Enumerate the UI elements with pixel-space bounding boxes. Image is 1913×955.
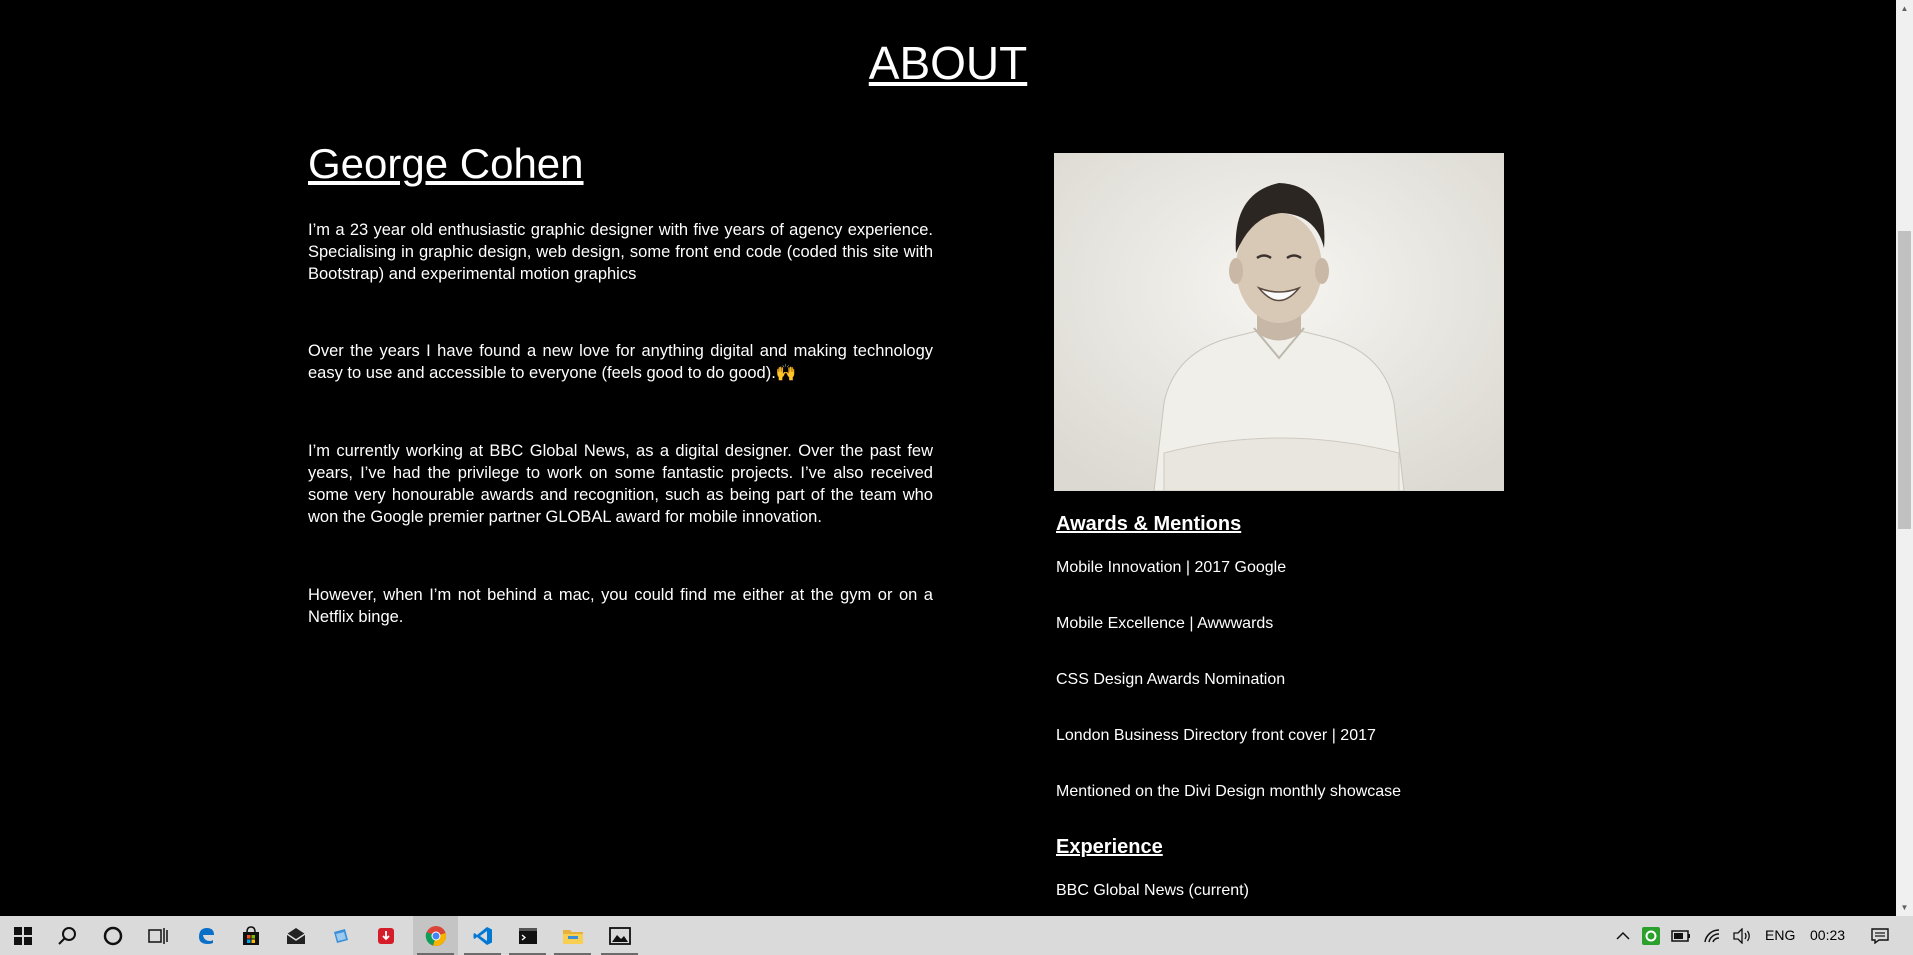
store-icon[interactable] [228,916,273,955]
search-icon[interactable] [45,916,90,955]
green-app-tray-icon[interactable] [1641,916,1661,955]
clock[interactable]: 00:23 [1810,916,1845,955]
volume-icon[interactable] [1731,916,1753,955]
pdf-icon[interactable] [363,916,408,955]
vscode-icon[interactable] [460,916,505,955]
bio-paragraph: However, when I’m not behind a mac, you … [308,586,933,626]
language-indicator[interactable]: ENG [1765,916,1795,955]
windows-taskbar: ENG 00:23 [0,916,1913,955]
award-item: Mentioned on the Divi Design monthly sho… [1056,783,1402,800]
vertical-scrollbar[interactable]: ▲ ▼ [1896,0,1913,916]
bio-paragraph: Over the years I have found a new love f… [308,342,933,382]
mail-icon[interactable] [273,916,318,955]
profile-name: George Cohen [308,140,584,187]
scroll-down-arrow-icon[interactable]: ▼ [1896,899,1913,916]
award-item: Mobile Excellence | Awwwards [1056,615,1274,632]
bio-paragraph: I’m currently working at BBC Global News… [308,442,933,526]
experience-heading: Experience [1056,836,1163,858]
chrome-icon[interactable] [413,916,458,955]
browser-viewport: ABOUT George Cohen I’m a 23 year old ent… [0,0,1896,916]
notifications-icon[interactable] [1868,916,1892,955]
file-explorer-icon[interactable] [550,916,595,955]
photos-icon[interactable] [597,916,642,955]
experience-item: BBC Global News (current) [1056,882,1249,899]
profile-photo [1054,153,1504,491]
award-item: London Business Directory front cover | … [1056,727,1376,744]
edge-icon[interactable] [183,916,228,955]
paint-icon[interactable] [318,916,363,955]
scrollbar-thumb[interactable] [1898,231,1911,529]
cortana-icon[interactable] [90,916,135,955]
bio-paragraph: I’m a 23 year old enthusiastic graphic d… [308,221,933,283]
chevron-up-icon[interactable] [1613,916,1633,955]
battery-icon[interactable] [1670,916,1692,955]
wifi-icon[interactable] [1702,916,1724,955]
task-view-icon[interactable] [135,916,180,955]
award-item: CSS Design Awards Nomination [1056,671,1286,688]
terminal-icon[interactable] [505,916,550,955]
windows-start-icon[interactable] [0,916,45,955]
awards-heading: Awards & Mentions [1056,513,1242,535]
scroll-up-arrow-icon[interactable]: ▲ [1896,0,1913,17]
award-item: Mobile Innovation | 2017 Google [1056,559,1287,576]
page-title: ABOUT [868,37,1028,89]
